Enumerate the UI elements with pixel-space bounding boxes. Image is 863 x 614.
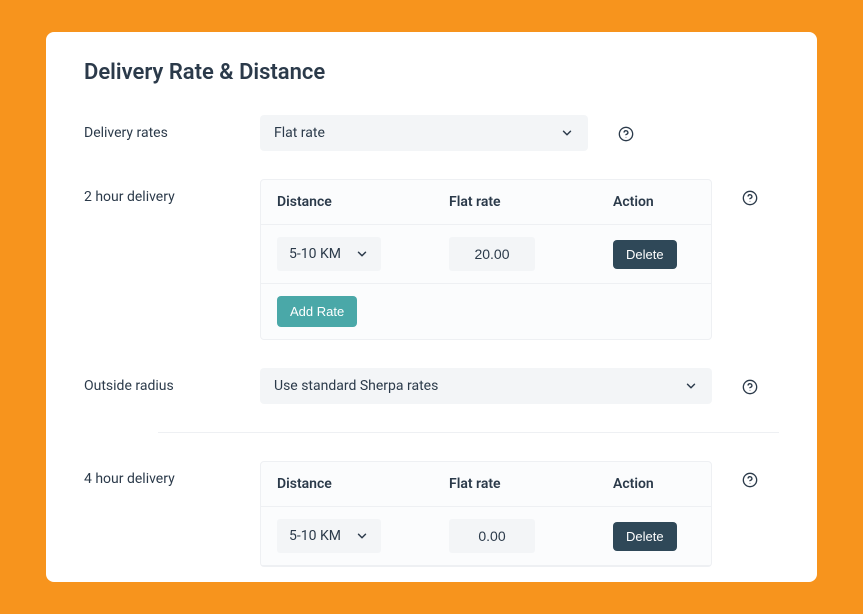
header-action: Action: [613, 194, 695, 210]
help-icon[interactable]: [742, 190, 758, 206]
delete-button[interactable]: Delete: [613, 522, 677, 551]
chevron-down-icon: [355, 529, 369, 543]
label-delivery-rates: Delivery rates: [84, 115, 260, 141]
row-content: Distance Flat rate Action 5-10 KM: [260, 461, 779, 567]
help-icon[interactable]: [742, 379, 758, 395]
outside-radius-select[interactable]: Use standard Sherpa rates: [260, 368, 712, 404]
cell-rate: [449, 519, 613, 553]
header-action: Action: [613, 476, 695, 492]
row-content: Distance Flat rate Action 5-10 KM: [260, 179, 779, 340]
chevron-down-icon: [560, 126, 574, 140]
header-distance: Distance: [277, 476, 449, 492]
distance-value: 5-10 KM: [289, 528, 341, 544]
rate-table-2hr: Distance Flat rate Action 5-10 KM: [260, 179, 712, 340]
table-footer: Add Rate: [261, 284, 711, 339]
row-4-hour-delivery: 4 hour delivery Distance Flat rate Actio…: [84, 461, 779, 567]
cell-action: Delete: [613, 522, 695, 551]
chevron-down-icon: [684, 379, 698, 393]
row-content: Use standard Sherpa rates: [260, 368, 779, 404]
page-title: Delivery Rate & Distance: [84, 60, 779, 85]
row-delivery-rates: Delivery rates Flat rate: [84, 115, 779, 151]
label-2-hour-delivery: 2 hour delivery: [84, 179, 260, 205]
distance-select[interactable]: 5-10 KM: [277, 519, 381, 553]
table-header: Distance Flat rate Action: [261, 462, 711, 507]
header-flat-rate: Flat rate: [449, 194, 613, 210]
add-rate-button[interactable]: Add Rate: [277, 296, 357, 327]
distance-value: 5-10 KM: [289, 246, 341, 262]
cell-action: Delete: [613, 240, 695, 269]
delete-button[interactable]: Delete: [613, 240, 677, 269]
table-header: Distance Flat rate Action: [261, 180, 711, 225]
table-row: 5-10 KM Delete: [261, 507, 711, 566]
help-icon[interactable]: [618, 126, 634, 142]
label-outside-radius: Outside radius: [84, 368, 260, 394]
rate-input[interactable]: [449, 237, 535, 271]
chevron-down-icon: [355, 247, 369, 261]
rate-input[interactable]: [449, 519, 535, 553]
distance-select[interactable]: 5-10 KM: [277, 237, 381, 271]
row-content: Flat rate: [260, 115, 779, 151]
select-value: Use standard Sherpa rates: [274, 378, 438, 394]
cell-distance: 5-10 KM: [277, 237, 449, 271]
select-value: Flat rate: [274, 125, 325, 141]
row-outside-radius: Outside radius Use standard Sherpa rates: [84, 368, 779, 404]
cell-distance: 5-10 KM: [277, 519, 449, 553]
header-flat-rate: Flat rate: [449, 476, 613, 492]
delivery-rates-select[interactable]: Flat rate: [260, 115, 588, 151]
settings-card: Delivery Rate & Distance Delivery rates …: [46, 32, 817, 582]
section-divider: [158, 432, 779, 433]
cell-rate: [449, 237, 613, 271]
help-icon[interactable]: [742, 472, 758, 488]
row-2-hour-delivery: 2 hour delivery Distance Flat rate Actio…: [84, 179, 779, 340]
rate-table-4hr: Distance Flat rate Action 5-10 KM: [260, 461, 712, 567]
label-4-hour-delivery: 4 hour delivery: [84, 461, 260, 487]
header-distance: Distance: [277, 194, 449, 210]
table-row: 5-10 KM Delete: [261, 225, 711, 284]
